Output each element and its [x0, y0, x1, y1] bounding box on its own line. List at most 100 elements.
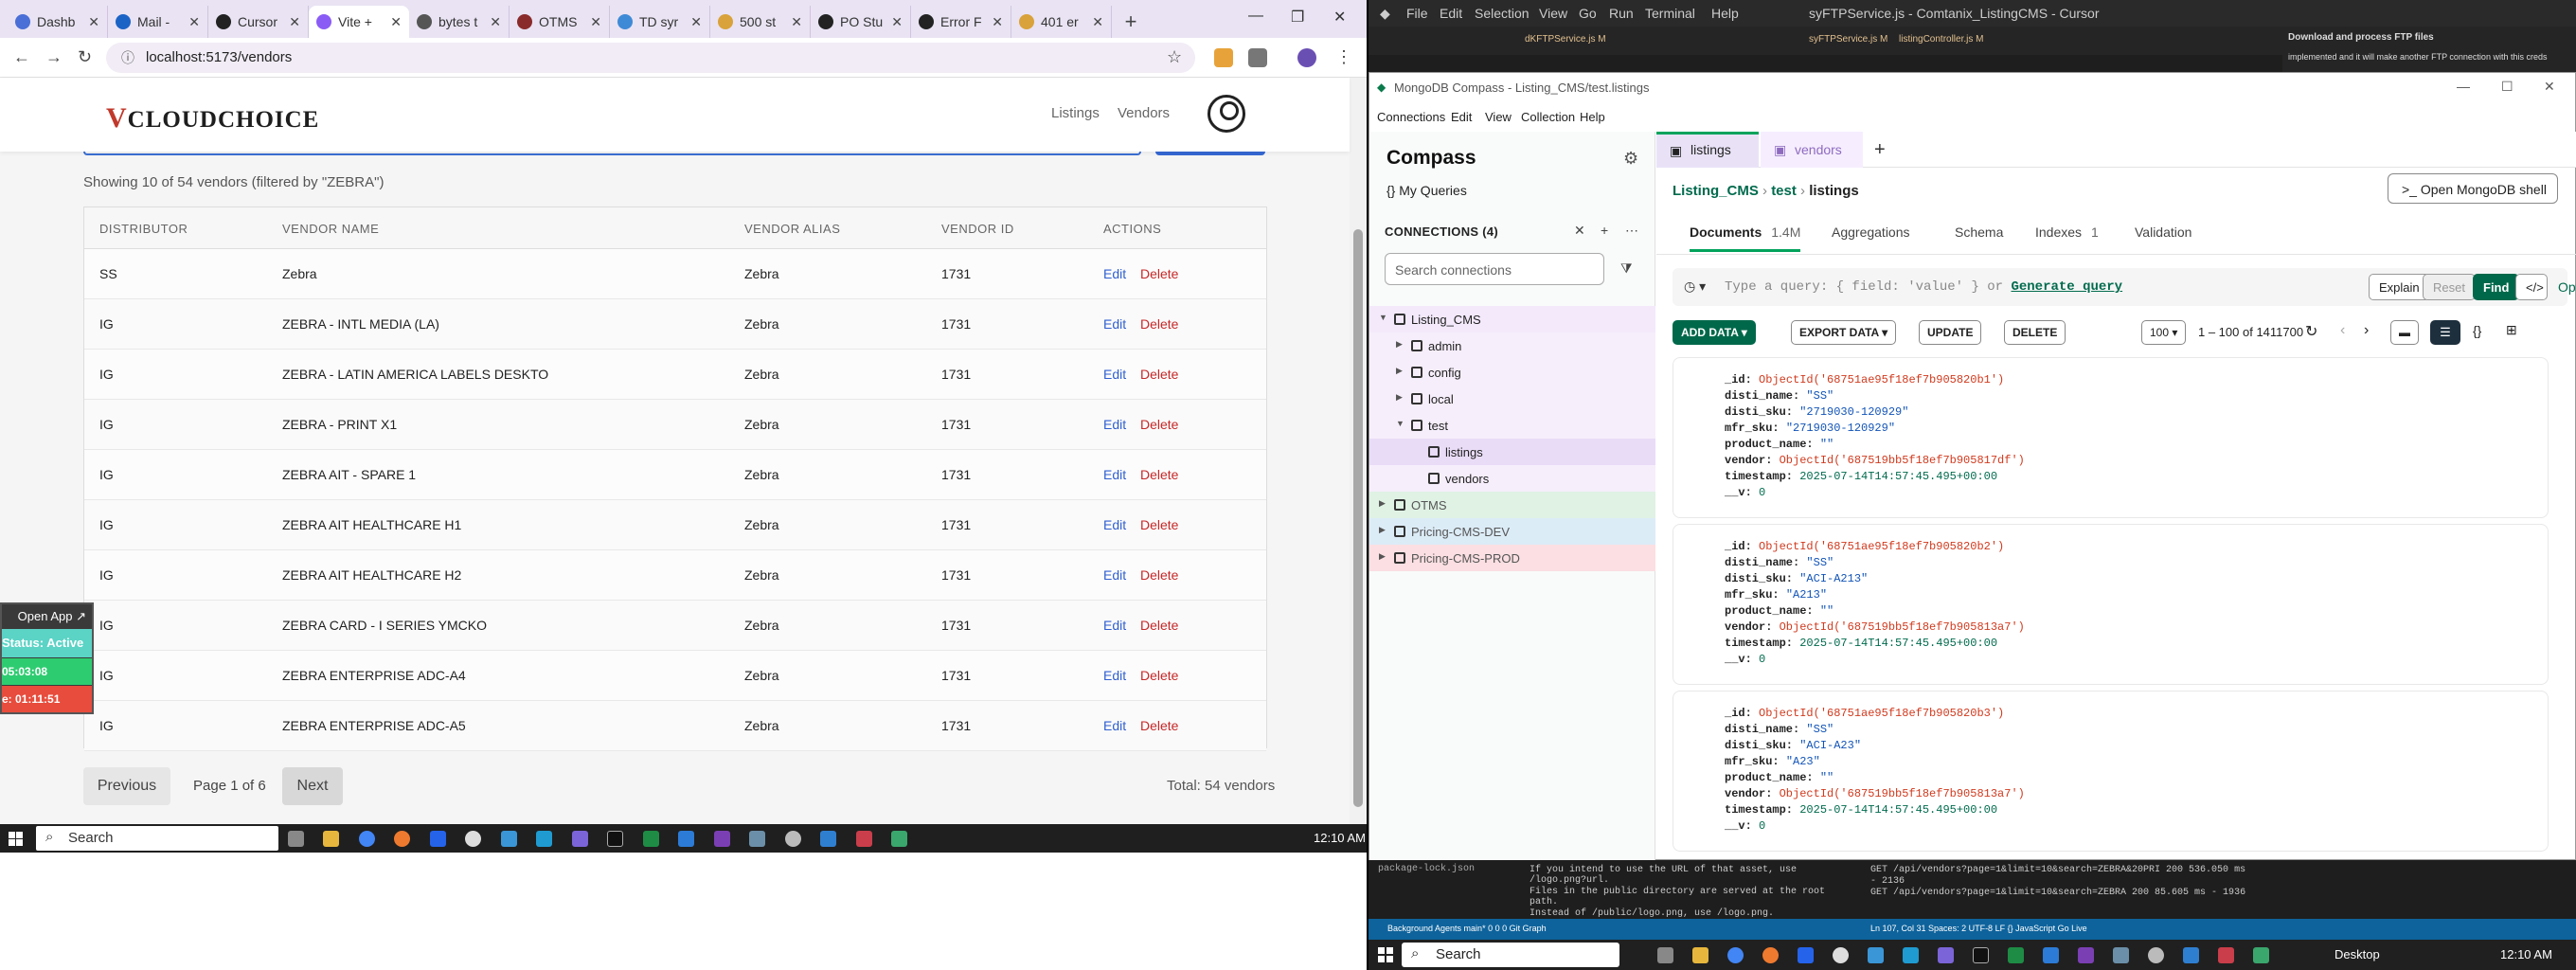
desktop-label[interactable]: Desktop [2334, 947, 2380, 961]
profile-icon[interactable] [1297, 48, 1316, 67]
add-data-button[interactable]: ADD DATA ▾ [1673, 320, 1756, 345]
more-menu-icon[interactable]: ⋮ [1335, 47, 1352, 67]
minimize-icon[interactable]: — [1248, 8, 1263, 25]
user-account-icon[interactable] [1208, 95, 1245, 133]
close-tab-icon[interactable]: ✕ [1092, 14, 1103, 30]
browser-tab[interactable]: 500 st ✕ [710, 6, 811, 38]
tab-indexes[interactable]: Indexes 1 [2035, 225, 2099, 240]
chevron-right-icon[interactable]: ▶ [1396, 392, 1403, 403]
explain-button[interactable]: Explain [2369, 274, 2430, 300]
taskbar-clock[interactable]: 12:10 AM [2500, 947, 2552, 961]
close-icon[interactable]: ✕ [1333, 8, 1346, 27]
delete-link[interactable]: Delete [1140, 567, 1178, 583]
menu-run[interactable]: Run [1609, 6, 1634, 21]
filter-icon[interactable]: ⧩ [1620, 260, 1633, 277]
browser-tab[interactable]: Vite + ✕ [309, 6, 409, 38]
find-button[interactable]: Find [2473, 274, 2520, 300]
browser-tab[interactable]: OTMS ✕ [510, 6, 610, 38]
taskbar-clock[interactable]: 12:10 AM [1314, 831, 1366, 845]
task-view-icon[interactable] [1657, 947, 1673, 963]
status-right[interactable]: Ln 107, Col 31 Spaces: 2 UTF-8 LF {} Jav… [1870, 924, 2087, 933]
close-icon[interactable]: ✕ [2544, 79, 2555, 95]
document-card[interactable]: _id: ObjectId('68751ae95f18ef7b905820b1'… [1673, 357, 2549, 518]
bookmark-star-icon[interactable]: ☆ [1167, 47, 1182, 67]
taskbar-search[interactable]: ⌕ Search [36, 826, 278, 851]
view-json-icon[interactable]: {} [2473, 323, 2481, 338]
delete-link[interactable]: Delete [1140, 417, 1178, 432]
cloudchoice-logo[interactable]: VCLOUDCHOICE [106, 102, 319, 135]
history-icon[interactable]: ◷ ▾ [1684, 278, 1706, 295]
minimize-icon[interactable]: — [2457, 79, 2470, 94]
tree-item[interactable]: listings [1369, 439, 1655, 465]
task-view-icon[interactable] [288, 831, 304, 847]
chrome-icon[interactable] [1727, 947, 1744, 963]
reset-button[interactable]: Reset [2423, 274, 2476, 300]
chevron-right-icon[interactable]: ▶ [1396, 366, 1403, 376]
outlook-icon[interactable] [820, 831, 836, 847]
edit-link[interactable]: Edit [1103, 618, 1126, 633]
delete-link[interactable]: Delete [1140, 517, 1178, 532]
menu-view[interactable]: View [1539, 6, 1567, 21]
editor-tab[interactable]: dKFTPService.js M [1525, 34, 1606, 45]
export-data-button[interactable]: EXPORT DATA ▾ [1791, 320, 1897, 345]
edit-link[interactable]: Edit [1103, 266, 1126, 281]
app-icon[interactable] [572, 831, 588, 847]
close-tab-icon[interactable]: ✕ [289, 14, 300, 30]
editor-tab[interactable]: listingController.js M [1899, 34, 1983, 45]
onenote-icon[interactable] [2078, 947, 2094, 963]
settings-icon[interactable] [785, 831, 801, 847]
tree-item[interactable]: ▶ Pricing-CMS-PROD [1369, 545, 1655, 571]
scrollbar-thumb[interactable] [1353, 229, 1363, 807]
close-tab-icon[interactable]: ✕ [88, 14, 99, 30]
new-tab-icon[interactable]: + [1874, 139, 1886, 161]
new-tab-icon[interactable]: + [1112, 6, 1150, 38]
edit-link[interactable]: Edit [1103, 467, 1126, 482]
close-tab-icon[interactable]: ✕ [490, 14, 501, 30]
delete-link[interactable]: Delete [1140, 266, 1178, 281]
view-list-active-icon[interactable]: ☰ [2430, 320, 2460, 345]
breadcrumb-database[interactable]: test [1771, 183, 1797, 199]
update-button[interactable]: UPDATE [1919, 320, 1982, 345]
menu-file[interactable]: File [1406, 6, 1428, 21]
chevron-down-icon[interactable]: ▼ [1396, 419, 1404, 428]
chevron-right-icon[interactable]: ▶ [1379, 551, 1386, 562]
vendor-search-input[interactable] [83, 152, 1141, 155]
menu-help[interactable]: Help [1580, 110, 1605, 124]
close-tab-icon[interactable]: ✕ [590, 14, 601, 30]
tab-listings[interactable]: ▣ listings [1656, 132, 1759, 168]
menu-collection[interactable]: Collection [1521, 110, 1575, 124]
refresh-icon[interactable]: ↻ [2305, 322, 2317, 341]
edit-link[interactable]: Edit [1103, 567, 1126, 583]
delete-button[interactable]: DELETE [2004, 320, 2066, 345]
add-connection-icon[interactable]: + [1601, 223, 1608, 238]
gear-icon[interactable]: ⚙ [1623, 149, 1638, 169]
edit-link[interactable]: Edit [1103, 668, 1126, 683]
browser-tab[interactable]: Mail - ✕ [108, 6, 208, 38]
menu-terminal[interactable]: Terminal [1645, 6, 1695, 21]
app-icon[interactable] [2218, 947, 2234, 963]
open-app-link[interactable]: Open App ↗ [2, 604, 92, 627]
connections-search-input[interactable]: Search connections [1385, 253, 1604, 285]
settings-icon[interactable] [2148, 947, 2164, 963]
menu-edit[interactable]: Edit [1440, 6, 1462, 21]
edit-link[interactable]: Edit [1103, 417, 1126, 432]
app-icon[interactable] [430, 831, 446, 847]
back-icon[interactable]: ← [13, 47, 30, 67]
my-queries-link[interactable]: {} My Queries [1386, 183, 1467, 198]
next-page-button[interactable]: Next [282, 767, 343, 805]
app-icon[interactable] [1938, 947, 1954, 963]
file-explorer-icon[interactable] [1692, 947, 1708, 963]
close-tab-icon[interactable]: ✕ [690, 14, 702, 30]
menu-go[interactable]: Go [1579, 6, 1597, 21]
excel-icon[interactable] [643, 831, 659, 847]
explorer-item[interactable]: package-lock.json [1378, 864, 1475, 874]
app-icon[interactable] [1798, 947, 1814, 963]
tab-validation[interactable]: Validation [2135, 225, 2191, 240]
close-tab-icon[interactable]: ✕ [891, 14, 903, 30]
address-bar[interactable]: ⓘ localhost:5173/vendors [106, 43, 1195, 73]
app-icon[interactable] [536, 831, 552, 847]
extension-icon[interactable] [1214, 48, 1233, 67]
tree-item[interactable]: ▼ Listing_CMS [1369, 306, 1655, 332]
chrome-icon[interactable] [359, 831, 375, 847]
app-icon[interactable] [1903, 947, 1919, 963]
